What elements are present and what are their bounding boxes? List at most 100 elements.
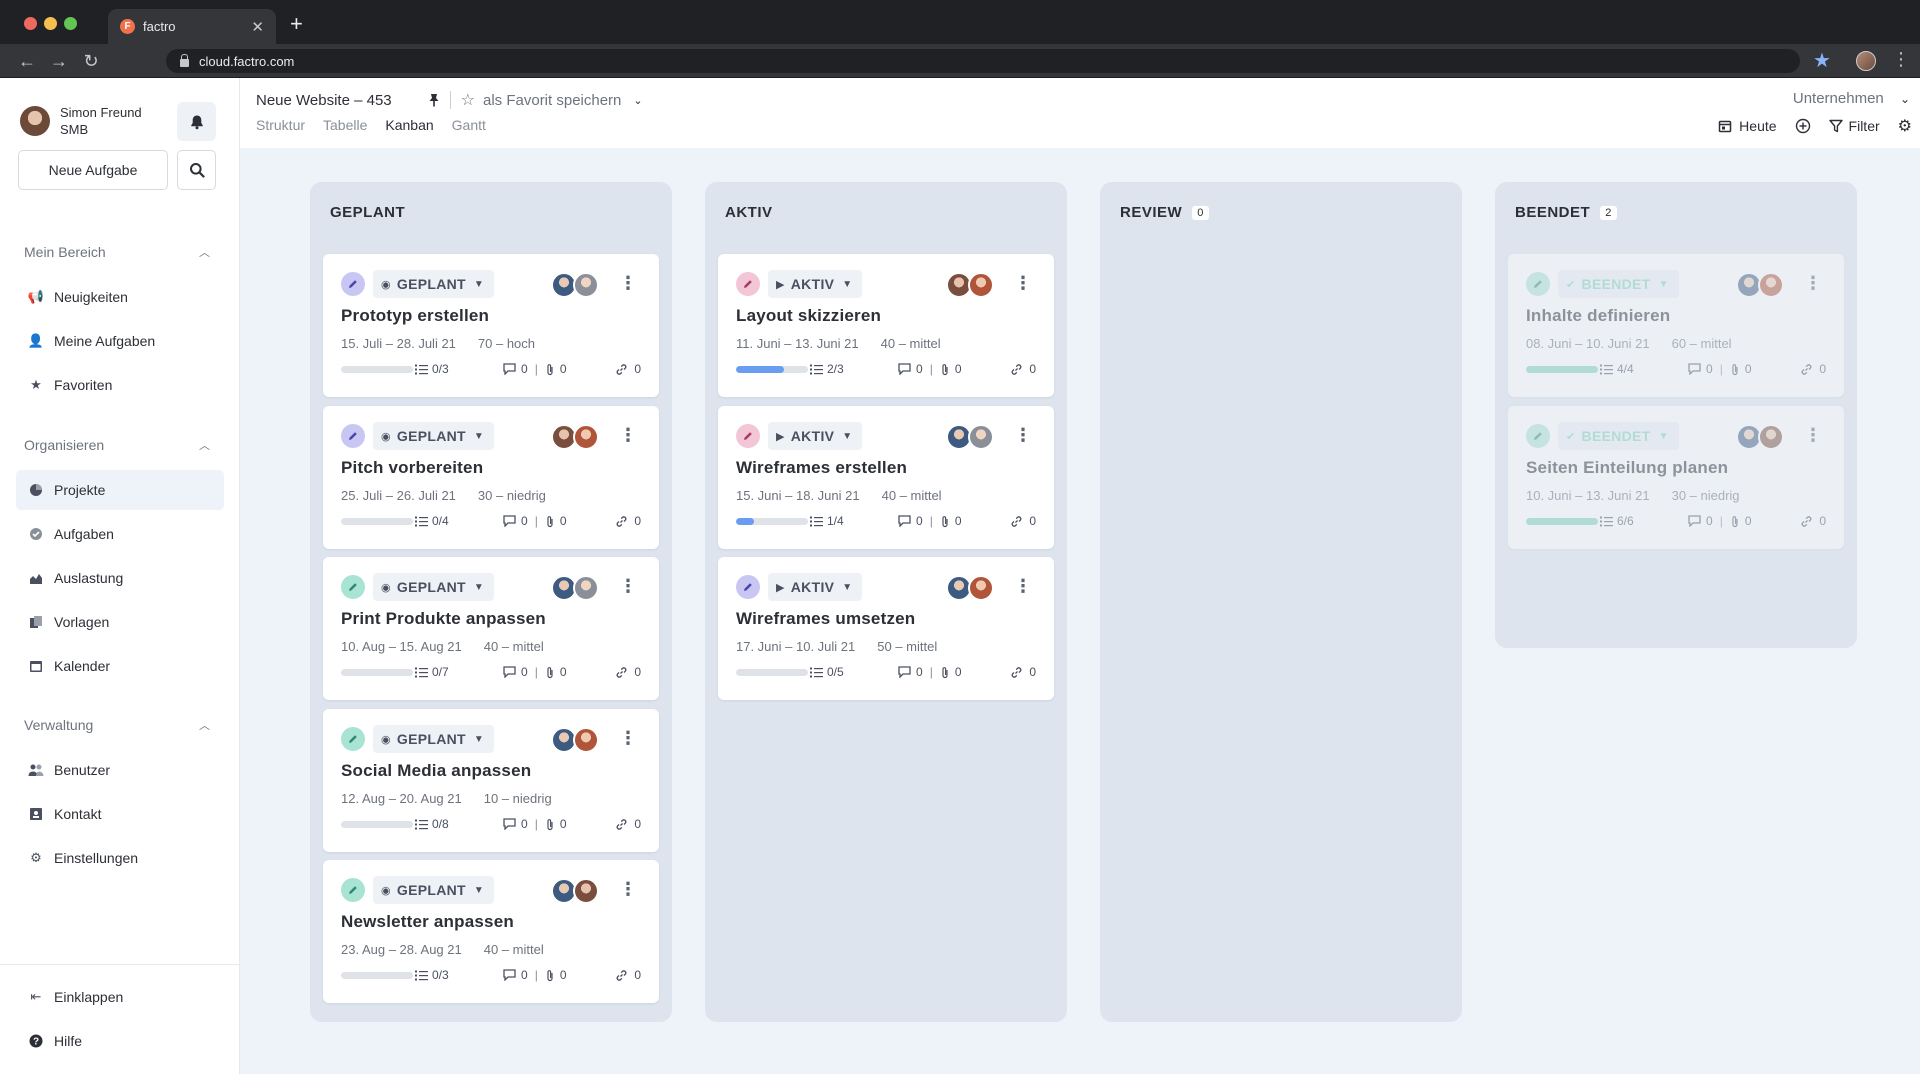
chevron-down-icon[interactable]: ⌄ — [633, 94, 642, 107]
address-bar[interactable]: cloud.factro.com — [166, 49, 1800, 73]
sidebar-item-favoriten[interactable]: ★ Favoriten — [16, 365, 224, 405]
more-options-icon[interactable]: ⋮ — [1014, 274, 1032, 292]
status-dropdown[interactable]: ◉ GEPLANT ▼ — [373, 270, 495, 298]
tab-tabelle[interactable]: Tabelle — [323, 117, 367, 133]
task-card[interactable]: ◉ GEPLANT ▼ ⋮ Newsletter anpassen 23. Aug – 2… — [323, 860, 659, 1003]
settings-gear-icon[interactable]: ⚙ — [1898, 116, 1912, 136]
user-profile[interactable]: Simon Freund SMB — [20, 104, 142, 138]
add-circle-icon[interactable] — [1795, 118, 1811, 134]
collapse-sidebar-button[interactable]: ⇤ Einklappen — [16, 977, 224, 1017]
card-title[interactable]: Newsletter anpassen — [341, 912, 514, 932]
task-card[interactable]: ◉ GEPLANT ▼ ⋮ Prototyp erstellen 15. Juli – 2… — [323, 254, 659, 397]
more-options-icon[interactable]: ⋮ — [1014, 577, 1032, 595]
pencil-icon[interactable] — [1526, 424, 1550, 448]
sidebar-item-aufgaben[interactable]: Aufgaben — [16, 514, 224, 554]
assignee-avatars[interactable] — [1736, 272, 1784, 298]
assignee-avatars[interactable] — [551, 272, 599, 298]
card-title[interactable]: Seiten Einteilung planen — [1526, 458, 1728, 478]
assignee-avatars[interactable] — [551, 727, 599, 753]
favorite-label[interactable]: als Favorit speichern — [483, 92, 621, 109]
forward-icon[interactable]: → — [46, 48, 72, 74]
pencil-icon[interactable] — [341, 878, 365, 902]
card-title[interactable]: Social Media anpassen — [341, 761, 531, 781]
assignee-avatars[interactable] — [551, 575, 599, 601]
card-title[interactable]: Pitch vorbereiten — [341, 458, 483, 478]
new-task-button[interactable]: Neue Aufgabe — [18, 150, 168, 190]
search-button[interactable] — [177, 150, 216, 190]
task-card[interactable]: ▶ AKTIV ▼ ⋮ Layout skizzieren 11. Juni – 13. … — [718, 254, 1054, 397]
status-dropdown[interactable]: ◉ GEPLANT ▼ — [373, 876, 495, 904]
pencil-icon[interactable] — [736, 575, 760, 599]
pencil-icon[interactable] — [736, 272, 760, 296]
sidebar-item-benutzer[interactable]: Benutzer — [16, 750, 224, 790]
section-verwaltung[interactable]: Verwaltung ︿ — [24, 717, 210, 733]
card-title[interactable]: Wireframes umsetzen — [736, 609, 915, 629]
more-options-icon[interactable]: ⋮ — [1804, 274, 1822, 292]
pencil-icon[interactable] — [341, 424, 365, 448]
more-options-icon[interactable]: ⋮ — [619, 577, 637, 595]
task-card[interactable]: ✔ BEENDET ▼ ⋮ Inhalte definieren 08. Juni – 1… — [1508, 254, 1844, 397]
more-options-icon[interactable]: ⋮ — [1804, 426, 1822, 444]
assignee-avatars[interactable] — [946, 424, 994, 450]
tab-struktur[interactable]: Struktur — [256, 117, 305, 133]
tab-gantt[interactable]: Gantt — [452, 117, 486, 133]
task-card[interactable]: ◉ GEPLANT ▼ ⋮ Print Produkte anpassen 10. Aug… — [323, 557, 659, 700]
assignee-avatars[interactable] — [946, 575, 994, 601]
sidebar-item-auslastung[interactable]: Auslastung — [16, 558, 224, 598]
notifications-button[interactable] — [177, 102, 216, 141]
sidebar-item-kalender[interactable]: Kalender — [16, 646, 224, 686]
minimize-window-button[interactable] — [44, 17, 57, 30]
sidebar-item-kontakt[interactable]: Kontakt — [16, 794, 224, 834]
filter-button[interactable]: Filter — [1828, 118, 1880, 134]
card-title[interactable]: Inhalte definieren — [1526, 306, 1670, 326]
task-card[interactable]: ◉ GEPLANT ▼ ⋮ Social Media anpassen 12. Aug –… — [323, 709, 659, 852]
more-options-icon[interactable]: ⋮ — [619, 274, 637, 292]
tab-kanban[interactable]: Kanban — [385, 117, 433, 133]
favorite-star-icon[interactable]: ☆ — [461, 90, 475, 110]
assignee-avatars[interactable] — [551, 878, 599, 904]
more-options-icon[interactable]: ⋮ — [619, 426, 637, 444]
sidebar-item-meine-aufgaben[interactable]: 👤 Meine Aufgaben — [16, 321, 224, 361]
sidebar-item-vorlagen[interactable]: Vorlagen — [16, 602, 224, 642]
more-options-icon[interactable]: ⋮ — [619, 729, 637, 747]
status-dropdown[interactable]: ▶ AKTIV ▼ — [768, 270, 863, 298]
pin-icon[interactable] — [428, 93, 440, 107]
new-tab-button[interactable]: + — [290, 13, 303, 35]
back-icon[interactable]: ← — [14, 48, 40, 74]
sidebar-item-projekte[interactable]: Projekte — [16, 470, 224, 510]
sidebar-item-einstellungen[interactable]: ⚙ Einstellungen — [16, 838, 224, 878]
task-card[interactable]: ▶ AKTIV ▼ ⋮ Wireframes erstellen 15. Juni – 1… — [718, 406, 1054, 549]
card-title[interactable]: Prototyp erstellen — [341, 306, 489, 326]
sidebar-item-neuigkeiten[interactable]: 📢 Neuigkeiten — [16, 277, 224, 317]
more-options-icon[interactable]: ⋮ — [619, 880, 637, 898]
pencil-icon[interactable] — [341, 272, 365, 296]
browser-profile-avatar[interactable] — [1856, 51, 1876, 71]
close-tab-icon[interactable]: ✕ — [251, 18, 264, 36]
card-title[interactable]: Layout skizzieren — [736, 306, 881, 326]
status-dropdown[interactable]: ▶ AKTIV ▼ — [768, 422, 863, 450]
status-dropdown[interactable]: ▶ AKTIV ▼ — [768, 573, 863, 601]
status-dropdown[interactable]: ✔ BEENDET ▼ — [1558, 422, 1679, 450]
company-select[interactable]: Unternehmen ⌄ — [1793, 90, 1910, 107]
browser-tab[interactable]: F factro ✕ — [108, 9, 276, 44]
close-window-button[interactable] — [24, 17, 37, 30]
task-card[interactable]: ▶ AKTIV ▼ ⋮ Wireframes umsetzen 17. Juni – 10… — [718, 557, 1054, 700]
browser-menu-icon[interactable]: ⋮ — [1892, 49, 1910, 70]
more-options-icon[interactable]: ⋮ — [1014, 426, 1032, 444]
section-mein-bereich[interactable]: Mein Bereich ︿ — [24, 244, 210, 260]
section-organisieren[interactable]: Organisieren ︿ — [24, 437, 210, 453]
bookmark-star-icon[interactable]: ★ — [1813, 48, 1831, 73]
card-title[interactable]: Print Produkte anpassen — [341, 609, 546, 629]
status-dropdown[interactable]: ◉ GEPLANT ▼ — [373, 422, 495, 450]
today-button[interactable]: Heute — [1718, 118, 1777, 134]
assignee-avatars[interactable] — [551, 424, 599, 450]
assignee-avatars[interactable] — [946, 272, 994, 298]
help-button[interactable]: ? Hilfe — [16, 1021, 224, 1061]
pencil-icon[interactable] — [736, 424, 760, 448]
assignee-avatars[interactable] — [1736, 424, 1784, 450]
task-card[interactable]: ✔ BEENDET ▼ ⋮ Seiten Einteilung planen 10. Ju… — [1508, 406, 1844, 549]
pencil-icon[interactable] — [1526, 272, 1550, 296]
pencil-icon[interactable] — [341, 575, 365, 599]
pencil-icon[interactable] — [341, 727, 365, 751]
task-card[interactable]: ◉ GEPLANT ▼ ⋮ Pitch vorbereiten 25. Juli – 26… — [323, 406, 659, 549]
